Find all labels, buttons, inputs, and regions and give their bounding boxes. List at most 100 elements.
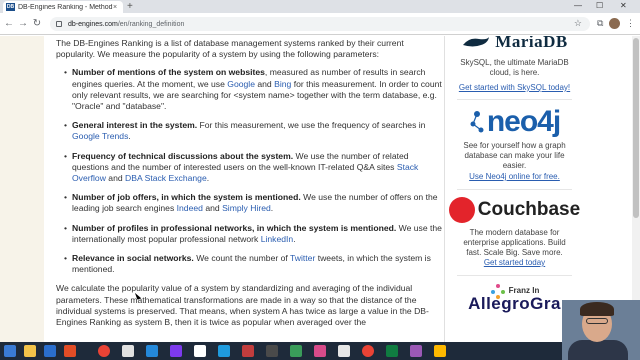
page-content: The DB-Engines Ranking is a list of data… — [0, 36, 632, 342]
terminal-icon[interactable] — [218, 345, 230, 357]
item-heading: Number of job offers, in which the syste… — [72, 192, 301, 203]
seal-logo-icon — [463, 37, 490, 47]
item-text: For this measurement, we use the frequen… — [197, 120, 426, 131]
couchbase-link[interactable]: Get started today — [484, 258, 545, 267]
url-text[interactable]: db-engines.com/en/ranking_definition — [68, 21, 184, 28]
url-domain: db-engines.com — [68, 20, 118, 28]
browser-menu-icon[interactable]: ⋮ — [626, 18, 635, 29]
item-heading: Relevance in social networks. — [72, 253, 194, 264]
notepad-icon[interactable] — [194, 345, 206, 357]
app-icon[interactable] — [434, 345, 446, 357]
neo4j-ad-text: See for yourself how a graph database ca… — [463, 141, 566, 170]
list-item: Number of job offers, in which the syste… — [64, 192, 442, 214]
item-text: . — [293, 233, 296, 244]
item-text: . — [206, 173, 210, 184]
reload-button[interactable]: ↻ — [30, 18, 44, 29]
browser-toolbar: ← → ↻ db-engines.com/en/ranking_definiti… — [0, 13, 640, 35]
sidebar-ads: MariaDB SkySQL, the ultimate MariaDB clo… — [444, 36, 584, 342]
mariadb-ad-text: SkySQL, the ultimate MariaDB cloud, is h… — [460, 58, 569, 77]
mariadb-ad[interactable]: MariaDB SkySQL, the ultimate MariaDB clo… — [445, 36, 584, 93]
scrollbar-thumb[interactable] — [633, 38, 639, 218]
new-tab-button[interactable]: + — [127, 1, 133, 12]
app-icon[interactable] — [266, 345, 278, 357]
app-icon[interactable] — [242, 345, 254, 357]
item-text: . — [270, 203, 274, 214]
skysql-link[interactable]: Get started with SkySQL today! — [459, 83, 570, 92]
tab-db-engines[interactable]: DB DB-Engines Ranking - Method × — [3, 1, 123, 13]
intro-paragraph: The DB-Engines Ranking is a list of data… — [56, 38, 404, 60]
start-icon[interactable] — [4, 345, 16, 357]
lock-icon[interactable] — [56, 21, 62, 27]
minimize-button[interactable]: — — [574, 0, 582, 12]
list-item: Number of profiles in professional netwo… — [64, 223, 442, 245]
item-text: We count the number of — [193, 253, 290, 264]
taskbar — [0, 342, 640, 360]
linkedin-link[interactable]: LinkedIn — [261, 234, 294, 244]
page-scrollbar[interactable] — [632, 36, 640, 342]
vscode-icon[interactable] — [146, 345, 158, 357]
google-trends-link[interactable]: Google Trends — [72, 131, 128, 141]
ad-divider — [457, 275, 572, 276]
item-text: and — [105, 173, 126, 184]
excel-icon[interactable] — [386, 345, 398, 357]
app-icon[interactable] — [122, 345, 134, 357]
app-icon[interactable] — [290, 345, 302, 357]
mail-icon[interactable] — [44, 345, 56, 357]
simply-hired-link[interactable]: Simply Hired — [222, 203, 271, 213]
item-text: . — [128, 131, 131, 142]
twitter-link[interactable]: Twitter — [290, 253, 315, 263]
dba-stack-exchange-link[interactable]: DBA Stack Exchange — [125, 173, 207, 183]
neo4j-graph-icon — [470, 111, 484, 133]
app-icon[interactable] — [410, 345, 422, 357]
webcam-overlay — [562, 300, 640, 360]
couchbase-icon — [448, 197, 475, 223]
bing-link[interactable]: Bing — [274, 79, 291, 89]
couchbase-ad-text: The modern database for enterprise appli… — [463, 228, 566, 257]
extensions-icon[interactable]: ⧉ — [597, 18, 603, 29]
indeed-link[interactable]: Indeed — [177, 203, 203, 213]
file-explorer-icon[interactable] — [24, 345, 36, 357]
neo4j-link[interactable]: Use Neo4j online for free. — [469, 172, 560, 181]
outro-paragraph: We calculate the popularity value of a s… — [56, 283, 429, 328]
ad-divider — [457, 189, 572, 190]
list-item: Frequency of technical discussions about… — [64, 151, 442, 185]
neo4j-ad[interactable]: neo4j See for yourself how a graph datab… — [445, 106, 584, 182]
item-heading: Number of mentions of the system on webs… — [72, 67, 265, 78]
bookmark-star-icon[interactable]: ☆ — [574, 18, 582, 29]
ranking-definition-article: The DB-Engines Ranking is a list of data… — [56, 38, 442, 335]
list-item: Number of mentions of the system on webs… — [64, 67, 442, 112]
list-item: Relevance in social networks. We count t… — [64, 253, 442, 275]
presenter-hair — [580, 302, 614, 316]
back-button[interactable]: ← — [2, 18, 16, 29]
presenter-shirt — [568, 340, 628, 360]
address-bar[interactable]: db-engines.com/en/ranking_definition ☆ — [50, 17, 590, 31]
item-heading: Frequency of technical discussions about… — [72, 150, 294, 161]
item-heading: General interest in the system. — [72, 120, 198, 131]
google-link[interactable]: Google — [227, 79, 255, 89]
db-engines-favicon-icon: DB — [6, 3, 15, 11]
mariadb-logo: MariaDB — [495, 36, 568, 51]
left-margin — [0, 36, 44, 342]
forward-button[interactable]: → — [16, 18, 30, 29]
parameter-list: Number of mentions of the system on webs… — [56, 67, 442, 275]
app-icon[interactable] — [338, 345, 350, 357]
close-window-button[interactable]: ✕ — [620, 0, 627, 12]
item-heading: Number of profiles in professional netwo… — [72, 222, 397, 233]
presenter-glasses — [586, 318, 608, 324]
app-icon[interactable] — [64, 345, 76, 357]
app-icon[interactable] — [170, 345, 182, 357]
maximize-button[interactable]: ☐ — [596, 0, 603, 12]
couchbase-ad[interactable]: Couchbase The modern database for enterp… — [445, 197, 584, 268]
item-text: and — [254, 78, 275, 89]
list-item: General interest in the system. For this… — [64, 120, 442, 142]
tab-close-icon[interactable]: × — [113, 4, 117, 11]
tab-strip: DB DB-Engines Ranking - Method × + — ☐ ✕ — [0, 0, 640, 13]
couchbase-logo: Couchbase — [477, 199, 581, 220]
profile-avatar[interactable] — [609, 18, 620, 29]
tab-title: DB-Engines Ranking - Method — [18, 3, 113, 11]
app-icon[interactable] — [314, 345, 326, 357]
chrome-icon[interactable] — [362, 345, 374, 357]
url-path: /en/ranking_definition — [117, 20, 185, 28]
chrome-icon[interactable] — [98, 345, 110, 357]
ad-divider — [457, 99, 572, 100]
